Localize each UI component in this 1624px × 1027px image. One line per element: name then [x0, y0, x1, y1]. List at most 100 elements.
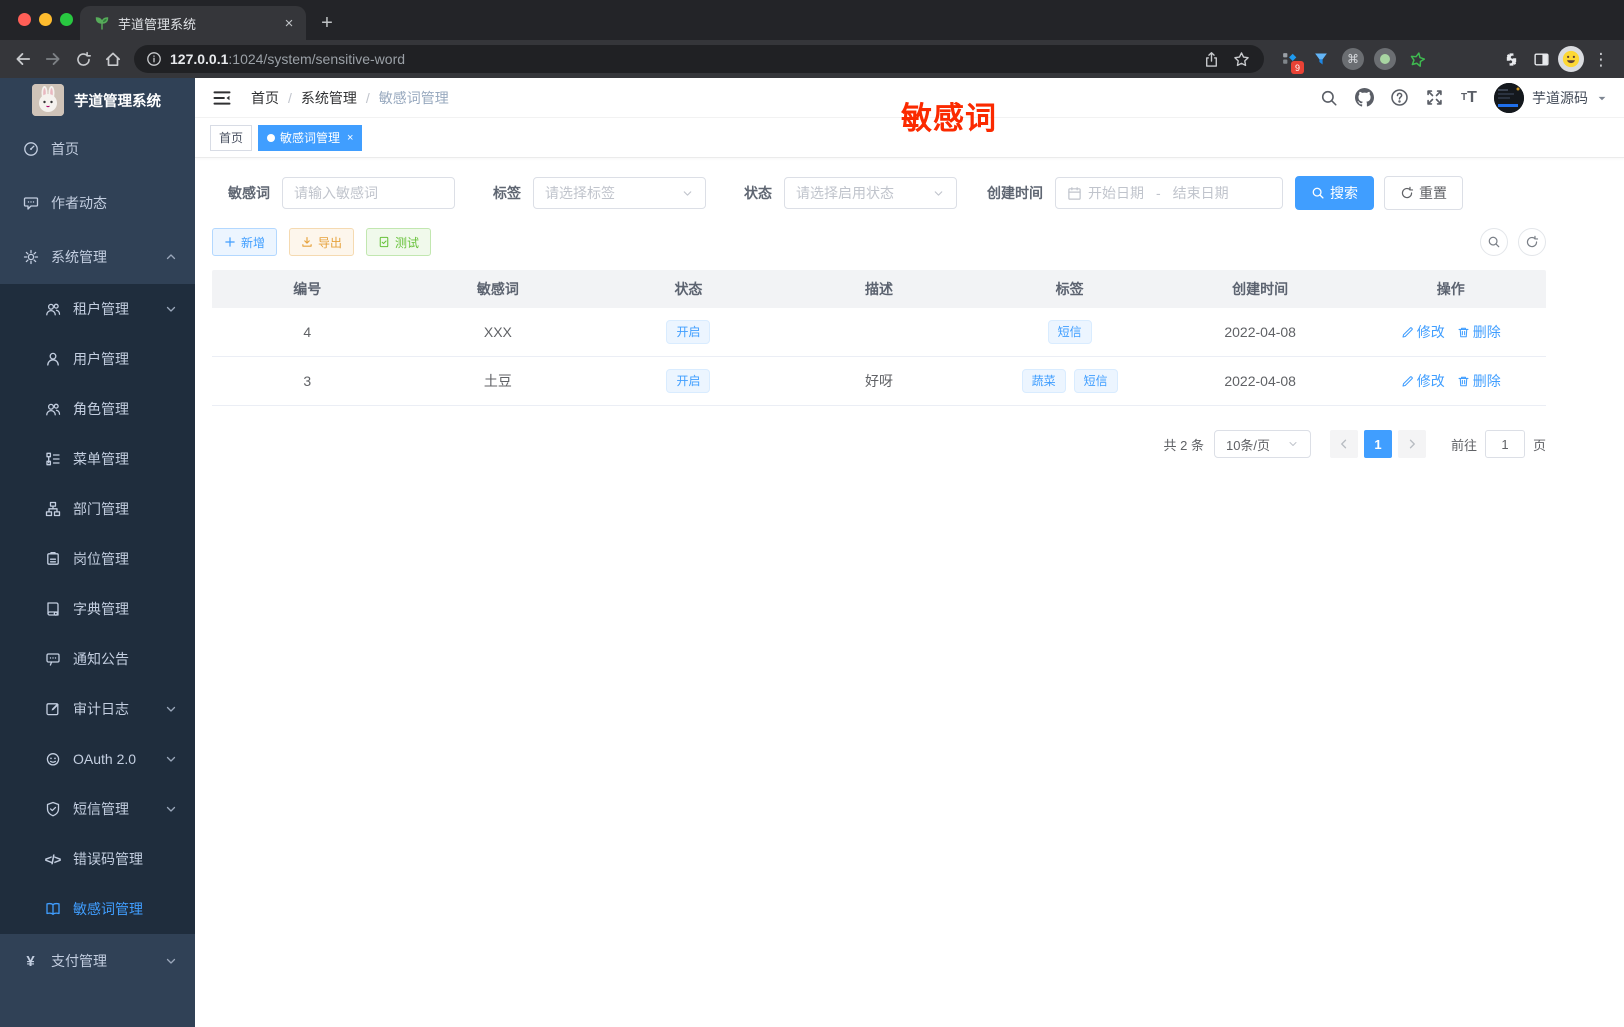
export-button[interactable]: 导出	[289, 228, 355, 256]
filter-form: 敏感词 请输入敏感词 标签 请选择标签 状态 请选择启用状态 创建时间 开始日期	[212, 176, 1546, 210]
status-badge[interactable]: 开启	[666, 369, 711, 393]
trash-icon	[1457, 375, 1470, 388]
tag-badge: 短信	[1073, 369, 1118, 393]
sidebar-item-15[interactable]: 敏感词管理	[0, 884, 195, 934]
reset-button[interactable]: 重置	[1384, 176, 1463, 210]
green-star-extension-icon[interactable]	[1402, 44, 1432, 74]
username: 芋道源码	[1532, 89, 1588, 106]
add-button[interactable]: 新增	[212, 228, 278, 256]
refresh-button[interactable]	[1518, 228, 1546, 256]
bookmark-star-icon[interactable]	[1226, 44, 1256, 74]
app-logo-rabbit-image	[32, 84, 64, 116]
org-icon	[44, 501, 61, 518]
edit-link-label: 修改	[1416, 373, 1445, 389]
keyword-placeholder: 请输入敏感词	[294, 185, 378, 201]
browser-tab[interactable]: 芋道管理系统 ×	[80, 6, 306, 40]
sidebar-item-14[interactable]: </> 错误码管理	[0, 834, 195, 884]
search-button[interactable]: 搜索	[1295, 176, 1374, 210]
sidebar-item-8[interactable]: 岗位管理	[0, 534, 195, 584]
status-badge[interactable]: 开启	[666, 320, 711, 344]
status-select[interactable]: 请选择启用状态	[784, 177, 957, 209]
pin-grid-extension-icon[interactable]: 9	[1274, 44, 1304, 74]
window-close-button[interactable]	[18, 13, 31, 26]
delete-link-label: 删除	[1472, 324, 1501, 340]
side-panel-icon[interactable]	[1526, 44, 1556, 74]
sidebar-item-label: 角色管理	[73, 401, 129, 417]
puzzle-extension-icon[interactable]	[1434, 44, 1464, 74]
red-annotation-text: 敏感词	[901, 101, 997, 136]
search-icon[interactable]	[1319, 88, 1339, 108]
funnel-extension-icon[interactable]	[1306, 44, 1336, 74]
goto-page-input[interactable]: 1	[1484, 430, 1525, 458]
sidebar-item-5[interactable]: 角色管理	[0, 384, 195, 434]
test-button[interactable]: 测试	[366, 228, 432, 256]
user-menu[interactable]: 芋道源码	[1494, 82, 1608, 113]
robot-icon	[44, 751, 61, 768]
tab-close-icon[interactable]: ×	[347, 132, 353, 144]
url-bar[interactable]: 127.0.0.1:1024/system/sensitive-word	[134, 45, 1264, 73]
cell-operations: 修改 删除	[1355, 371, 1546, 391]
sidebar-item-12[interactable]: OAuth 2.0	[0, 734, 195, 784]
reload-icon[interactable]	[68, 44, 98, 74]
sidebar-item-2[interactable]: 系统管理	[0, 230, 195, 284]
tag-select[interactable]: 请选择标签	[533, 177, 706, 209]
record-extension-icon[interactable]	[1370, 44, 1400, 74]
new-tab-button[interactable]: +	[312, 8, 342, 38]
font-size-icon[interactable]: TT	[1459, 88, 1479, 108]
profile-avatar[interactable]	[1556, 44, 1586, 74]
github-icon[interactable]	[1354, 88, 1374, 108]
help-icon[interactable]	[1389, 88, 1409, 108]
date-range-picker[interactable]: 开始日期 - 结束日期	[1055, 177, 1283, 209]
sidebar-item-4[interactable]: 用户管理	[0, 334, 195, 384]
sidebar-item-6[interactable]: 菜单管理	[0, 434, 195, 484]
window-minimize-button[interactable]	[39, 13, 52, 26]
cell-tags: 短信	[974, 320, 1165, 344]
tab-close-icon[interactable]: ×	[280, 14, 298, 32]
home-icon[interactable]	[98, 44, 128, 74]
share-icon[interactable]	[1196, 44, 1226, 74]
split-view-extension-icon[interactable]	[1466, 44, 1496, 74]
sidebar-item-9[interactable]: 字典管理	[0, 584, 195, 634]
tags-view-tab-0[interactable]: 首页	[210, 124, 253, 151]
prev-page-button[interactable]	[1329, 430, 1358, 458]
browser-tab-title: 芋道管理系统	[118, 16, 197, 32]
sidebar-item-11[interactable]: 审计日志	[0, 684, 195, 734]
browser-menu-kebab-icon[interactable]: ⋮	[1586, 44, 1616, 74]
app-logo-row[interactable]: 芋道管理系统	[0, 78, 195, 122]
breadcrumb-separator: /	[365, 89, 370, 106]
delete-link-label: 删除	[1472, 373, 1501, 389]
sidebar: 芋道管理系统 首页 作者动态 系统管理 租户管理 用户管理角色管理菜单管理 部门管理 岗位管…	[0, 78, 195, 1027]
sidebar-item-3[interactable]: 租户管理	[0, 284, 195, 334]
next-page-button[interactable]	[1397, 430, 1426, 458]
tags-view-tab-1[interactable]: 敏感词管理 ×	[258, 124, 363, 151]
sidebar-item-16[interactable]: ¥ 支付管理	[0, 934, 195, 988]
sidebar-item-7[interactable]: 部门管理	[0, 484, 195, 534]
sidebar-item-1[interactable]: 作者动态	[0, 176, 195, 230]
sidebar-collapse-icon[interactable]	[211, 87, 233, 109]
edit-link[interactable]: 修改	[1401, 322, 1445, 342]
page-size-select[interactable]: 10条/页	[1213, 430, 1311, 458]
breadcrumb-item[interactable]: 系统管理	[301, 88, 357, 108]
search-toggle-button[interactable]	[1480, 228, 1508, 256]
sidebar-item-0[interactable]: 首页	[0, 122, 195, 176]
users-icon	[44, 401, 61, 418]
edit-link[interactable]: 修改	[1401, 371, 1445, 391]
menu-tree-icon	[44, 451, 61, 468]
back-icon[interactable]	[8, 44, 38, 74]
page-number-button[interactable]: 1	[1363, 430, 1392, 458]
sidebar-item-13[interactable]: 短信管理	[0, 784, 195, 834]
delete-link[interactable]: 删除	[1457, 371, 1501, 391]
window-zoom-button[interactable]	[60, 13, 73, 26]
delete-link[interactable]: 删除	[1457, 322, 1501, 342]
site-info-icon[interactable]	[146, 51, 162, 67]
keyword-input[interactable]: 请输入敏感词	[282, 177, 455, 209]
sidebar-item-label: 短信管理	[73, 801, 129, 817]
command-extension-icon[interactable]: ⌘	[1338, 44, 1368, 74]
badge-icon	[44, 551, 61, 568]
puzzle-extensions-icon[interactable]	[1496, 44, 1526, 74]
status-placeholder: 请选择启用状态	[796, 185, 894, 201]
fullscreen-icon[interactable]	[1424, 88, 1444, 108]
breadcrumb-item[interactable]: 首页	[251, 88, 279, 108]
forward-icon[interactable]	[38, 44, 68, 74]
sidebar-item-10[interactable]: 通知公告	[0, 634, 195, 684]
